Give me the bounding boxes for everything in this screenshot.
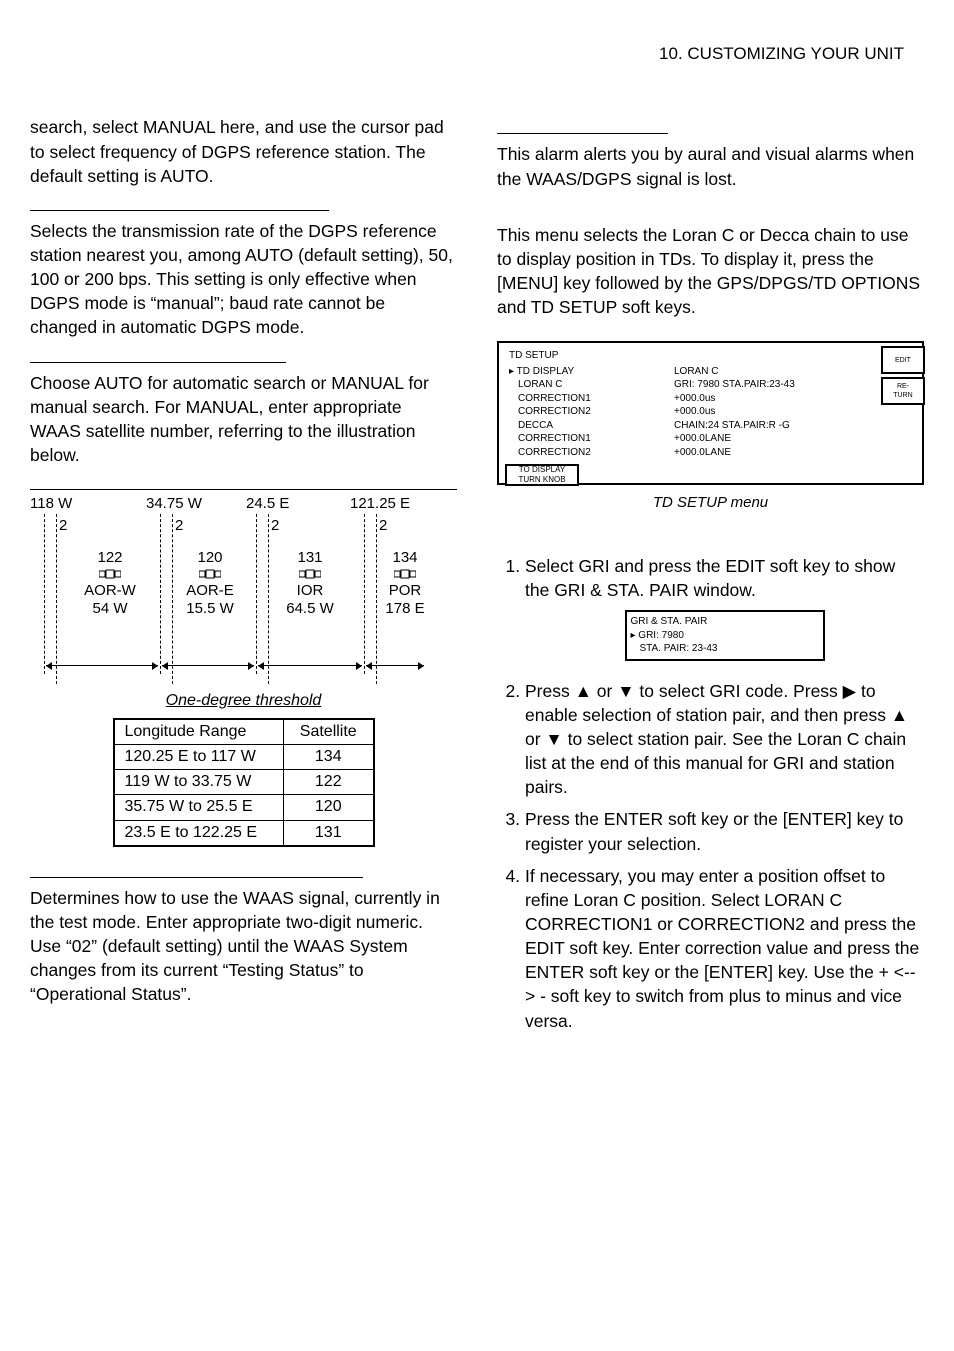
sat-block-0: 122 AOR-W 54 W xyxy=(80,549,140,617)
sat-two-3: 2 xyxy=(379,516,387,537)
para-waas-search: Choose AUTO for automatic search or MANU… xyxy=(30,371,457,468)
sat-name-2: IOR xyxy=(280,582,340,599)
td-row: CORRECTION1+000.0us xyxy=(509,392,916,406)
para-baud-rate: Selects the transmission rate of the DGP… xyxy=(30,219,457,340)
sat-num-2: 131 xyxy=(280,549,340,566)
sat-name-0: AOR-W xyxy=(80,582,140,599)
sat-name-1: AOR-E xyxy=(180,582,240,599)
sat-block-2: 131 IOR 64.5 W xyxy=(280,549,340,617)
sat-sub-1: 15.5 W xyxy=(180,600,240,617)
step-2: Press ▲ or ▼ to select GRI code. Press ▶… xyxy=(525,679,924,800)
sat-label-1: 34.75 W xyxy=(146,494,202,515)
para-tdsetup: This menu selects the Loran C or Decca c… xyxy=(497,223,924,320)
sat-two-1: 2 xyxy=(175,516,183,537)
gri-row: ▸ GRI: 7980 xyxy=(631,629,819,643)
longitude-table: Longitude Range Satellite 120.25 E to 11… xyxy=(113,718,375,846)
td-caption: TD SETUP menu xyxy=(497,493,924,514)
loran-steps: Select GRI and press the EDIT soft key t… xyxy=(497,554,924,1033)
arrow-2 xyxy=(258,665,362,666)
sep-waas xyxy=(30,362,286,363)
vline-2a xyxy=(256,514,257,674)
diagram-caption: One-degree threshold xyxy=(30,690,457,712)
td-row: CORRECTION2+000.0LANE xyxy=(509,446,916,460)
satellite-icon xyxy=(199,568,221,580)
right-column: This alarm alerts you by aural and visua… xyxy=(497,115,924,1040)
arrow-1 xyxy=(162,665,254,666)
td-row: ▸ TD DISPLAYLORAN C xyxy=(509,365,916,379)
sat-sub-3: 178 E xyxy=(375,600,435,617)
return-softkey[interactable]: RE- TURN xyxy=(881,377,925,405)
td-row: LORAN CGRI: 7980 STA.PAIR:23-43 xyxy=(509,378,916,392)
td-side-buttons: EDIT RE- TURN xyxy=(881,346,925,405)
vline-1b xyxy=(172,514,173,684)
satellite-icon xyxy=(394,568,416,580)
td-title: TD SETUP xyxy=(509,349,916,363)
edit-softkey[interactable]: EDIT xyxy=(881,346,925,374)
sat-label-2: 24.5 E xyxy=(246,494,289,515)
sat-num-0: 122 xyxy=(80,549,140,566)
para-search-manual: search, select MANUAL here, and use the … xyxy=(30,115,457,187)
vline-0a xyxy=(44,514,45,674)
sat-label-0: 118 W xyxy=(30,494,72,515)
bottom-hint: TO DISPLAY TURN KNOB xyxy=(505,464,579,486)
td-setup-menu: TD SETUP ▸ TD DISPLAYLORAN C LORAN CGRI:… xyxy=(497,341,924,485)
sat-num-3: 134 xyxy=(375,549,435,566)
th-satellite: Satellite xyxy=(284,719,374,745)
table-row: 35.75 W to 25.5 E120 xyxy=(114,795,374,820)
vline-2b xyxy=(268,514,269,684)
vline-0b xyxy=(56,514,57,684)
gri-window: GRI & STA. PAIR ▸ GRI: 7980 STA. PAIR: 2… xyxy=(625,610,825,661)
page-header: 10. CUSTOMIZING YOUR UNIT xyxy=(30,42,924,65)
table-row: 23.5 E to 122.25 E131 xyxy=(114,820,374,846)
table-row: 119 W to 33.75 W122 xyxy=(114,770,374,795)
gri-row: STA. PAIR: 23-43 xyxy=(631,642,819,656)
sat-block-1: 120 AOR-E 15.5 W xyxy=(180,549,240,617)
sat-sub-2: 64.5 W xyxy=(280,600,340,617)
sat-name-3: POR xyxy=(375,582,435,599)
arrow-0 xyxy=(46,665,158,666)
para-alarm: This alarm alerts you by aural and visua… xyxy=(497,142,924,190)
left-column: search, select MANUAL here, and use the … xyxy=(30,115,457,1040)
sat-two-0: 2 xyxy=(59,516,67,537)
sat-num-1: 120 xyxy=(180,549,240,566)
vline-3a xyxy=(364,514,365,674)
th-longitude: Longitude Range xyxy=(114,719,284,745)
sep-alarm xyxy=(497,133,668,134)
step-3: Press the ENTER soft key or the [ENTER] … xyxy=(525,807,924,855)
gri-title: GRI & STA. PAIR xyxy=(631,615,819,629)
td-row: DECCACHAIN:24 STA.PAIR:R -G xyxy=(509,419,916,433)
satellite-icon xyxy=(299,568,321,580)
sat-sub-0: 54 W xyxy=(80,600,140,617)
td-row: CORRECTION1+000.0LANE xyxy=(509,432,916,446)
arrow-3 xyxy=(366,665,424,666)
sep-correction xyxy=(30,877,363,878)
vline-1a xyxy=(160,514,161,674)
sep-baud xyxy=(30,210,329,211)
sat-block-3: 134 POR 178 E xyxy=(375,549,435,617)
satellite-diagram: 118 W 34.75 W 24.5 E 121.25 E 2 2 2 2 12… xyxy=(30,494,430,684)
columns: search, select MANUAL here, and use the … xyxy=(30,115,924,1040)
sat-label-3: 121.25 E xyxy=(350,494,410,515)
sat-two-2: 2 xyxy=(271,516,279,537)
step-1: Select GRI and press the EDIT soft key t… xyxy=(525,554,924,661)
td-row: CORRECTION2+000.0us xyxy=(509,405,916,419)
sep-diagram xyxy=(30,489,457,490)
table-row: 120.25 E to 117 W134 xyxy=(114,745,374,770)
step-4: If necessary, you may enter a position o… xyxy=(525,864,924,1033)
para-correction: Determines how to use the WAAS signal, c… xyxy=(30,886,457,1007)
satellite-icon xyxy=(99,568,121,580)
